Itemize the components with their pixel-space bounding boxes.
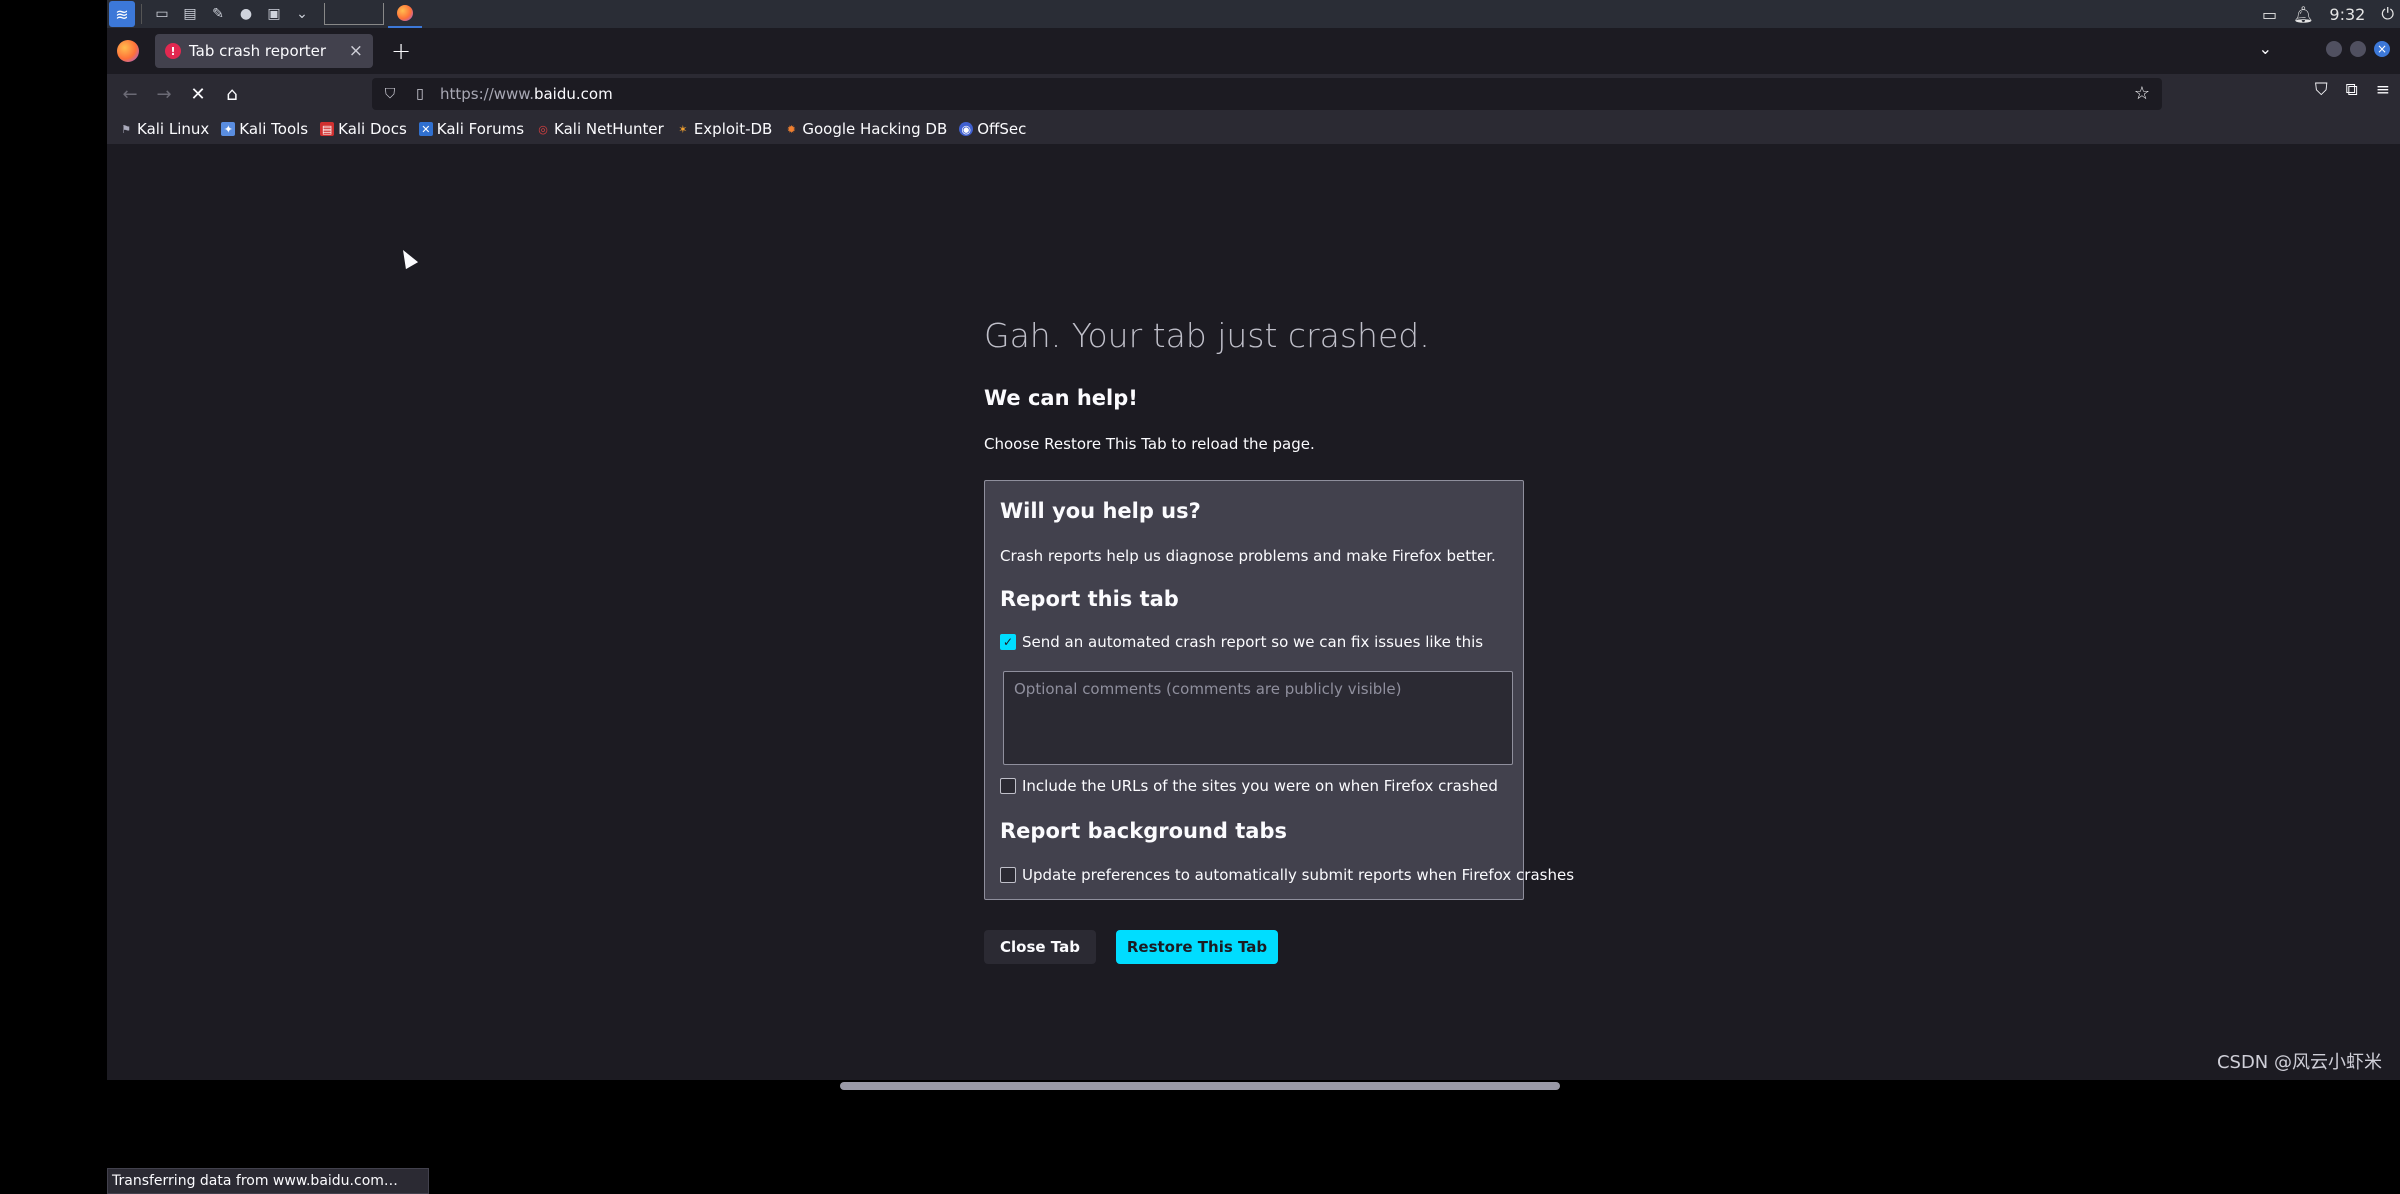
chevron-down-icon[interactable]: ⌄ — [2259, 39, 2272, 58]
toolbar-right: ⛉ ⧉ ≡ — [2315, 80, 2390, 100]
home-icon[interactable]: ⌂ — [215, 77, 249, 111]
page-content: Gah. Your tab just crashed. We can help!… — [107, 144, 2400, 1194]
forward-icon[interactable]: → — [147, 77, 181, 111]
window-close-button[interactable]: × — [2374, 41, 2390, 57]
new-tab-button[interactable]: + — [391, 37, 411, 65]
report-panel-text: Crash reports help us diagnose problems … — [1000, 547, 1496, 565]
send-report-option[interactable]: ✓ Send an automated crash report so we c… — [1000, 633, 1483, 651]
tab-title: Tab crash reporter — [189, 42, 327, 60]
bookmark-label: Kali Linux — [137, 120, 210, 138]
background-tabs-heading: Report background tabs — [1000, 819, 1287, 843]
tab-bar: ! Tab crash reporter × + ⌄ × — [107, 28, 2400, 74]
extensions-icon[interactable]: ⧉ — [2346, 80, 2358, 100]
ghdb-icon: ✹ — [786, 122, 796, 136]
warning-icon: ! — [165, 43, 181, 59]
pocket-icon[interactable]: ⛉ — [2315, 80, 2328, 100]
update-prefs-checkbox[interactable] — [1000, 867, 1016, 883]
taskbar-firefox-window[interactable] — [388, 0, 422, 28]
kali-tools-icon: ✦ — [221, 122, 236, 136]
firefox-icon — [397, 5, 413, 21]
stop-icon[interactable]: ✕ — [181, 77, 215, 111]
bookmark-label: Kali Tools — [239, 120, 309, 138]
url-text[interactable]: https://www.baidu.com — [440, 85, 613, 103]
back-icon[interactable]: ← — [113, 77, 147, 111]
navigation-bar: ← → ✕ ⌂ ⛉ ▯ https://www.baidu.com ☆ ⛉ ⧉ … — [107, 74, 2400, 114]
file-manager-icon[interactable]: ▤ — [179, 3, 201, 25]
close-tab-button[interactable]: Close Tab — [984, 930, 1096, 964]
system-taskbar: ≋ ▭ ▤ ✎ ● ▣ ⌄ ▭ 🔔︎ 9:32 ⏻ — [107, 0, 2400, 28]
kali-dragon-icon: ⚑ — [121, 122, 131, 136]
help-text: Choose Restore This Tab to reload the pa… — [984, 435, 1315, 453]
report-tab-heading: Report this tab — [1000, 587, 1179, 611]
page-title: Gah. Your tab just crashed. — [984, 316, 1430, 355]
include-urls-option[interactable]: Include the URLs of the sites you were o… — [1000, 777, 1498, 795]
workspace-window[interactable] — [324, 3, 384, 25]
status-bar: Transferring data from www.baidu.com… — [107, 1168, 429, 1194]
terminal-icon[interactable]: ▣ — [263, 3, 285, 25]
url-protocol: https://www. — [440, 85, 534, 103]
minimize-button[interactable] — [2326, 41, 2342, 57]
window-controls: × — [2326, 41, 2390, 57]
comments-textarea[interactable]: Optional comments (comments are publicly… — [1003, 671, 1513, 765]
bookmark-label: Kali NetHunter — [554, 120, 664, 138]
send-report-checkbox[interactable]: ✓ — [1000, 634, 1016, 650]
include-urls-label: Include the URLs of the sites you were o… — [1022, 777, 1498, 795]
bookmark-label: Exploit-DB — [693, 120, 773, 138]
taskbar-separator — [141, 4, 142, 24]
bell-icon[interactable]: 🔔︎ — [2293, 5, 2313, 24]
update-prefs-option[interactable]: Update preferences to automatically subm… — [1000, 866, 1574, 884]
close-icon[interactable]: × — [349, 41, 363, 61]
clock[interactable]: 9:32 — [2329, 5, 2365, 24]
left-black-strip — [0, 0, 107, 1080]
bookmark-kali-forums[interactable]: ✕ Kali Forums — [418, 120, 525, 138]
bookmark-label: Google Hacking DB — [802, 120, 948, 138]
bookmark-kali-linux[interactable]: ⚑ Kali Linux — [119, 120, 209, 138]
update-prefs-label: Update preferences to automatically subm… — [1022, 866, 1575, 884]
restore-tab-button[interactable]: Restore This Tab — [1116, 930, 1278, 964]
bookmark-label: Kali Docs — [338, 120, 407, 138]
watermark: CSDN @风云小虾米 — [2216, 1052, 2382, 1073]
power-icon[interactable]: ⏻ — [2381, 4, 2394, 24]
desktop-icon[interactable]: ▭ — [151, 3, 173, 25]
mouse-cursor — [396, 246, 419, 270]
kali-forums-icon: ✕ — [418, 122, 433, 136]
report-panel: Will you help us? Crash reports help us … — [984, 480, 1574, 900]
firefox-launcher-icon[interactable]: ● — [235, 3, 257, 25]
report-panel-heading: Will you help us? — [1000, 499, 1201, 523]
screen-icon[interactable]: ▭ — [2262, 5, 2277, 24]
bookmarks-toolbar: ⚑ Kali Linux ✦ Kali Tools ▤ Kali Docs ✕ Kali… — [107, 114, 2400, 144]
kali-docs-icon: ▤ — [320, 122, 335, 136]
bookmark-kali-docs[interactable]: ▤ Kali Docs — [320, 120, 407, 138]
tab-crash-reporter[interactable]: ! Tab crash reporter × — [155, 34, 373, 68]
include-urls-checkbox[interactable] — [1000, 778, 1016, 794]
star-icon[interactable]: ☆ — [2134, 83, 2150, 104]
url-bar[interactable]: ⛉ ▯ https://www.baidu.com ☆ — [372, 78, 2162, 110]
bookmark-offsec[interactable]: ◉ OffSec — [959, 120, 1026, 138]
maximize-button[interactable] — [2350, 41, 2366, 57]
kali-menu-icon[interactable]: ≋ — [109, 1, 135, 27]
shield-icon[interactable]: ⛉ — [378, 86, 402, 102]
firefox-view-icon[interactable] — [117, 40, 139, 62]
text-editor-icon[interactable]: ✎ — [207, 3, 229, 25]
bookmark-google-hacking-db[interactable]: ✹ Google Hacking DB — [784, 120, 947, 138]
firefox-window: ! Tab crash reporter × + ⌄ × ← → ✕ ⌂ ⛉ ▯… — [107, 28, 2400, 1194]
send-report-label: Send an automated crash report so we can… — [1022, 633, 1484, 651]
bookmark-exploit-db[interactable]: ✶ Exploit-DB — [676, 120, 773, 138]
bookmark-label: Kali Forums — [436, 120, 525, 138]
bookmark-kali-nethunter[interactable]: ◎ Kali NetHunter — [536, 120, 664, 138]
offsec-icon: ◉ — [959, 122, 974, 136]
exploit-db-icon: ✶ — [678, 122, 688, 136]
chevron-down-icon[interactable]: ⌄ — [291, 3, 313, 25]
bookmark-kali-tools[interactable]: ✦ Kali Tools — [221, 120, 308, 138]
screen: ≋ ▭ ▤ ✎ ● ▣ ⌄ ▭ 🔔︎ 9:32 ⏻ ! Tab crash re… — [0, 0, 2400, 1194]
nethunter-icon: ◎ — [538, 122, 548, 136]
taskbar-tray: ▭ 🔔︎ 9:32 ⏻ — [2262, 0, 2400, 28]
horizontal-scrollbar[interactable] — [840, 1082, 1560, 1090]
bookmark-label: OffSec — [977, 120, 1027, 138]
url-domain: baidu.com — [533, 85, 613, 103]
menu-icon[interactable]: ≡ — [2376, 80, 2390, 100]
page-icon[interactable]: ▯ — [408, 86, 432, 102]
help-heading: We can help! — [984, 386, 1138, 410]
